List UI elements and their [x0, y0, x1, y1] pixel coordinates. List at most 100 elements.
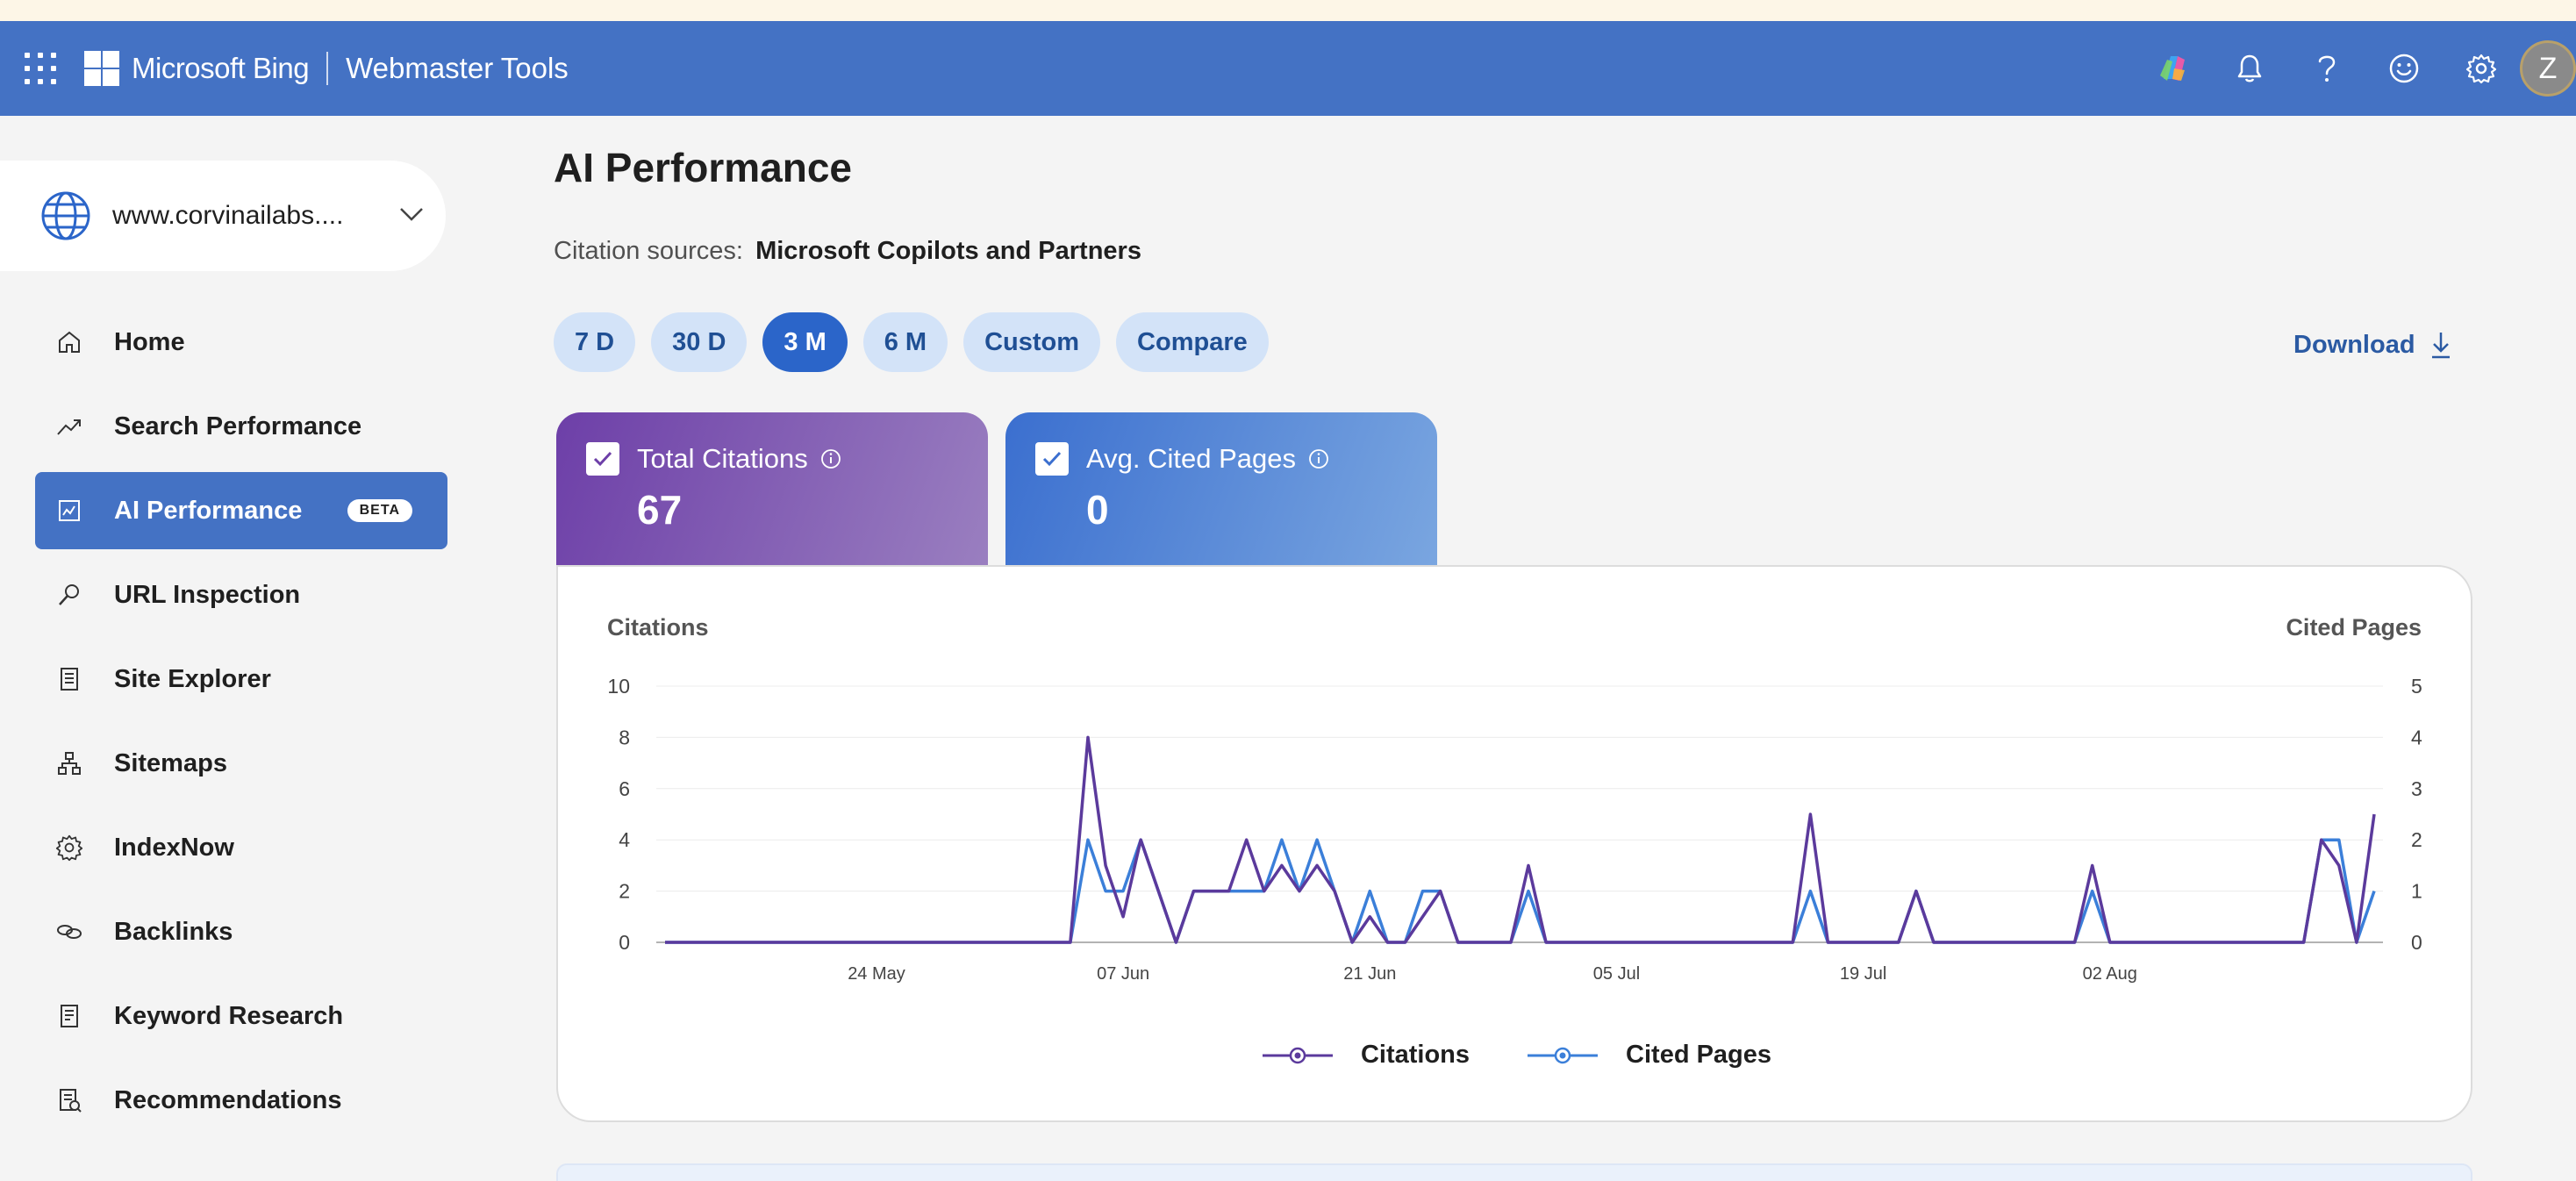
total-citations-label: Total Citations [637, 443, 808, 474]
settings-button[interactable] [2443, 42, 2520, 95]
checkmark-icon [593, 451, 612, 467]
sidebar-item-label: Recommendations [114, 1085, 342, 1114]
sidebar-item-label: Home [114, 327, 185, 356]
sidebar-item-label: Backlinks [114, 917, 233, 946]
sitemap-icon [58, 752, 81, 775]
download-icon [2431, 333, 2450, 359]
copilot-button[interactable] [2134, 42, 2211, 95]
range-30d-button[interactable]: 30 D [651, 312, 748, 372]
document-list-icon [61, 668, 78, 691]
trend-icon [57, 419, 81, 435]
product-name: Webmaster Tools [346, 52, 569, 84]
legend-citations[interactable]: Citations [1261, 1041, 1470, 1070]
citation-sources: Citation sources: Microsoft Copilots and… [554, 237, 1141, 266]
left-y-tick-label: 0 [619, 931, 630, 954]
citation-sources-value: Microsoft Copilots and Partners [755, 237, 1141, 265]
info-icon[interactable] [820, 448, 841, 469]
link-icon [57, 925, 82, 939]
globe-icon [41, 191, 90, 240]
sidebar-item-url-inspection[interactable]: URL Inspection [35, 556, 447, 633]
bell-icon [2237, 54, 2262, 82]
top-header: Microsoft Bing Webmaster Tools Z [0, 21, 2576, 116]
right-y-tick-label: 1 [2411, 880, 2422, 903]
chevron-down-icon [400, 208, 423, 221]
gear-icon [2465, 54, 2497, 84]
notification-strip [0, 0, 2576, 21]
x-tick-label: 05 Jul [1593, 964, 1640, 984]
total-citations-card[interactable]: Total Citations 67 [556, 412, 988, 570]
brand-name: Microsoft Bing [132, 52, 310, 84]
avg-cited-pages-label: Avg. Cited Pages [1086, 443, 1296, 474]
document-icon [61, 1005, 78, 1027]
left-y-tick-label: 2 [619, 880, 630, 903]
left-y-tick-label: 6 [619, 777, 630, 800]
avatar[interactable]: Z [2520, 40, 2576, 97]
legend-cited-pages-marker [1528, 1047, 1599, 1063]
sidebar-nav: Home Search Performance AI Performance B… [35, 304, 447, 1146]
recommendation-icon [60, 1089, 82, 1113]
site-name: www.corvinailabs.... [112, 201, 344, 230]
help-button[interactable] [2288, 42, 2365, 95]
checkmark-icon [1042, 451, 1062, 467]
sidebar-item-sitemaps[interactable]: Sitemaps [35, 725, 447, 802]
sidebar-item-label: AI Performance [114, 496, 303, 525]
download-button[interactable]: Download [2293, 330, 2452, 360]
site-selector[interactable]: www.corvinailabs.... [0, 161, 446, 271]
compare-button[interactable]: Compare [1116, 312, 1269, 372]
performance-chart: Citations Cited Pages 0 2 4 6 8 10 0 1 2 3 4 5 24 Ma… [556, 565, 2472, 1122]
citations-checkbox[interactable] [586, 442, 619, 476]
citation-sources-label: Citation sources: [554, 237, 743, 265]
chart-legend: Citations Cited Pages [558, 1041, 2474, 1070]
right-y-tick-label: 2 [2411, 828, 2422, 851]
brand[interactable]: Microsoft Bing Webmaster Tools [84, 47, 569, 89]
download-label: Download [2293, 330, 2415, 359]
sidebar-item-home[interactable]: Home [35, 304, 447, 381]
sidebar-item-site-explorer[interactable]: Site Explorer [35, 641, 447, 718]
x-tick-label: 02 Aug [2083, 964, 2137, 984]
range-3m-button[interactable]: 3 M [762, 312, 848, 372]
legend-cited-pages[interactable]: Cited Pages [1526, 1041, 1771, 1070]
home-icon [59, 331, 80, 353]
range-7d-button[interactable]: 7 D [554, 312, 636, 372]
sidebar-item-ai-performance[interactable]: AI Performance BETA [35, 472, 447, 549]
brand-divider [326, 52, 329, 85]
range-6m-button[interactable]: 6 M [862, 312, 948, 372]
ai-chart-icon [59, 500, 80, 521]
legend-citations-marker [1262, 1047, 1333, 1063]
feedback-button[interactable] [2365, 42, 2443, 95]
sidebar-item-backlinks[interactable]: Backlinks [35, 893, 447, 970]
smiley-icon [2389, 54, 2419, 83]
x-tick-label: 24 May [848, 964, 905, 984]
avg-cited-pages-card[interactable]: Avg. Cited Pages 0 [1005, 412, 1437, 570]
sidebar-item-label: Keyword Research [114, 1001, 344, 1030]
microsoft-logo-icon [84, 51, 119, 86]
cited-pages-checkbox[interactable] [1035, 442, 1069, 476]
app-launcher-icon[interactable] [25, 53, 56, 84]
sidebar-item-label: IndexNow [114, 833, 234, 862]
header-actions: Z [2134, 40, 2576, 97]
copilot-icon [2160, 56, 2185, 81]
x-tick-label: 19 Jul [1840, 964, 1886, 984]
info-icon[interactable] [1308, 448, 1329, 469]
right-y-tick-label: 5 [2411, 675, 2422, 698]
right-y-tick-label: 4 [2411, 726, 2422, 748]
right-y-tick-label: 0 [2411, 931, 2422, 954]
left-y-tick-label: 8 [619, 726, 630, 748]
legend-cited-pages-label: Cited Pages [1626, 1041, 1772, 1069]
sidebar-item-label: Site Explorer [114, 664, 271, 693]
sidebar-item-keyword-research[interactable]: Keyword Research [35, 977, 447, 1055]
legend-citations-label: Citations [1360, 1041, 1470, 1069]
notifications-button[interactable] [2211, 42, 2288, 95]
sidebar-item-indexnow[interactable]: IndexNow [35, 809, 447, 886]
avg-cited-pages-value: 0 [1086, 487, 1109, 533]
sidebar-item-label: Search Performance [114, 412, 362, 440]
range-custom-button[interactable]: Custom [963, 312, 1101, 372]
x-tick-label: 21 Jun [1343, 964, 1396, 984]
left-y-tick-label: 4 [619, 828, 630, 851]
sidebar-item-recommendations[interactable]: Recommendations [35, 1062, 447, 1139]
sidebar-item-label: Sitemaps [114, 748, 227, 777]
gear-icon [55, 834, 83, 862]
beta-badge: BETA [347, 499, 412, 522]
page-title: AI Performance [554, 145, 853, 190]
sidebar-item-search-performance[interactable]: Search Performance [35, 388, 447, 465]
